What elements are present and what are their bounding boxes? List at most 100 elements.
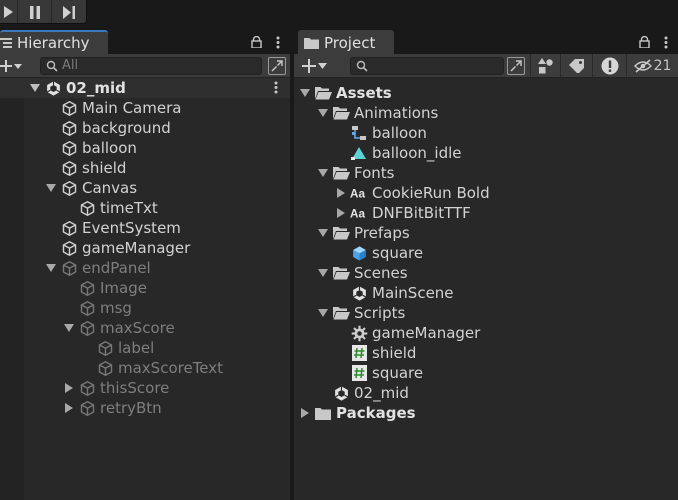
hierarchy-item[interactable]: thisScore [0,378,290,398]
project-item[interactable]: gameManager [294,323,678,343]
project-search-input[interactable] [350,57,504,75]
project-item[interactable]: balloon_idle [294,143,678,163]
project-item[interactable]: Aa CookieRun Bold [294,183,678,203]
project-item-label: square [372,244,424,262]
hierarchy-item-label: background [82,119,171,137]
hierarchy-item[interactable]: Canvas [0,178,290,198]
add-object-button[interactable] [0,57,22,75]
hierarchy-item[interactable]: gameManager [0,238,290,258]
project-item[interactable]: Fonts [294,163,678,183]
arrow-right-icon[interactable] [300,408,310,418]
project-item-label: Scenes [354,264,408,282]
project-item-label: Prefaps [354,224,410,242]
lock-icon[interactable] [639,36,650,48]
project-item[interactable]: square [294,243,678,263]
csharp-script-icon [350,364,368,382]
arrow-down-icon[interactable] [318,228,328,238]
project-item-label: CookieRun Bold [372,184,490,202]
gameobject-icon [60,99,78,117]
arrow-right-icon[interactable] [336,208,346,218]
hierarchy-item[interactable]: maxScoreText [0,358,290,378]
eye-slash-icon [633,59,652,73]
hidden-packages-count: 21 [653,58,672,74]
arrow-down-icon[interactable] [318,308,328,318]
hierarchy-search-input[interactable]: All [40,57,262,75]
kebab-menu-icon[interactable] [276,36,280,49]
project-item[interactable]: Scenes [294,263,678,283]
filter-by-log-type-button[interactable] [592,54,626,78]
list-icon [0,38,12,48]
hierarchy-item[interactable]: balloon [0,138,290,158]
gameobject-icon [96,339,114,357]
arrow-right-icon[interactable] [64,403,74,413]
project-item-label: Packages [336,404,416,422]
project-item-label: DNFBitBitTTF [372,204,471,222]
filter-by-label-button[interactable] [560,54,592,78]
gameobject-icon [60,259,78,277]
project-item[interactable]: balloon [294,123,678,143]
filter-by-type-button[interactable] [530,54,560,78]
search-by-type-button[interactable] [268,57,286,75]
hierarchy-item[interactable]: shield [0,158,290,178]
tab-hierarchy-label: Hierarchy [17,34,90,52]
hierarchy-item[interactable]: timeTxt [0,198,290,218]
pause-button[interactable] [18,0,52,23]
project-item[interactable]: 02_mid [294,383,678,403]
play-controls [0,0,87,24]
arrow-down-icon[interactable] [46,263,56,273]
lock-icon[interactable] [251,36,262,48]
hierarchy-item[interactable]: Main Camera [0,98,290,118]
tab-hierarchy[interactable]: Hierarchy [0,30,108,54]
project-item[interactable]: shield [294,343,678,363]
project-item[interactable]: Scripts [294,303,678,323]
step-button[interactable] [52,0,86,23]
tag-icon [568,59,584,73]
scene-kebab-icon[interactable] [274,81,278,98]
gameobject-icon [96,359,114,377]
hierarchy-item[interactable]: EventSystem [0,218,290,238]
folder-open-icon [314,84,332,102]
project-item[interactable]: square [294,363,678,383]
hierarchy-item-label: maxScore [100,319,175,337]
tab-project[interactable]: Project [298,30,394,54]
svg-text:Aa: Aa [350,208,365,220]
arrow-right-icon[interactable] [336,188,346,198]
hidden-packages-toggle[interactable]: 21 [626,54,678,78]
arrow-right-icon[interactable] [64,383,74,393]
play-button[interactable] [0,0,18,23]
arrow-down-icon[interactable] [30,83,40,93]
project-item-label: 02_mid [354,384,409,402]
project-item[interactable]: MainScene [294,283,678,303]
arrow-down-icon[interactable] [318,268,328,278]
arrow-down-icon[interactable] [300,88,310,98]
project-item[interactable]: Animations [294,103,678,123]
folder-open-icon [332,224,350,242]
hierarchy-item[interactable]: retryBtn [0,398,290,418]
play-icon [3,6,13,18]
hierarchy-item[interactable]: msg [0,298,290,318]
arrow-down-icon[interactable] [64,323,74,333]
hierarchy-item[interactable]: maxScore [0,318,290,338]
shapes-filter-icon [537,58,553,74]
gear-icon [350,324,368,342]
hierarchy-item[interactable]: Image [0,278,290,298]
arrow-down-icon[interactable] [318,108,328,118]
scene-header[interactable]: 02_mid [0,78,290,98]
project-item[interactable]: Assets [294,83,678,103]
hierarchy-search-placeholder: All [62,58,79,73]
project-item[interactable]: Packages [294,403,678,423]
unity-scene-icon [332,384,350,402]
play-toolbar [0,0,678,30]
gameobject-icon [78,199,96,217]
hierarchy-item-label: maxScoreText [118,359,224,377]
hierarchy-item[interactable]: label [0,338,290,358]
kebab-menu-icon[interactable] [664,36,668,49]
project-item[interactable]: Prefaps [294,223,678,243]
hierarchy-item[interactable]: endPanel [0,258,290,278]
arrow-down-icon[interactable] [46,183,56,193]
arrow-down-icon[interactable] [318,168,328,178]
search-by-type-button[interactable] [507,57,525,75]
hierarchy-item[interactable]: background [0,118,290,138]
project-item[interactable]: Aa DNFBitBitTTF [294,203,678,223]
create-asset-button[interactable] [302,57,327,75]
